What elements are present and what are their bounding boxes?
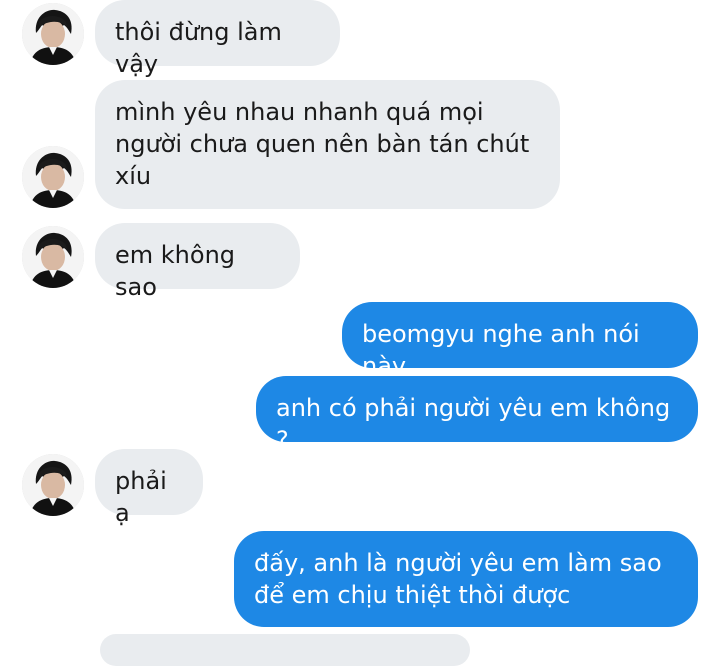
contact-avatar[interactable] <box>22 3 84 65</box>
avatar-photo-icon <box>22 146 84 208</box>
avatar-photo-icon <box>22 454 84 516</box>
message-bubble-outgoing[interactable]: đấy, anh là người yêu em làm sao để em c… <box>234 531 698 627</box>
avatar-photo-icon <box>22 3 84 65</box>
contact-avatar[interactable] <box>22 146 84 208</box>
message-bubble-incoming[interactable]: thôi đừng làm vậy <box>95 0 340 78</box>
contact-avatar[interactable] <box>22 226 84 288</box>
contact-avatar[interactable] <box>22 454 84 516</box>
avatar-photo-icon <box>22 226 84 288</box>
message-bubble-outgoing[interactable]: anh có phải người yêu em không ? <box>256 376 698 454</box>
message-bubble-incoming[interactable]: mình yêu nhau nhanh quá mọi người chưa q… <box>95 80 560 209</box>
message-bubble-outgoing[interactable]: beomgyu nghe anh nói này <box>342 302 698 380</box>
message-bubble-incoming[interactable]: em không sao <box>95 223 300 301</box>
message-bubble-incoming[interactable]: phải ạ <box>95 449 203 527</box>
